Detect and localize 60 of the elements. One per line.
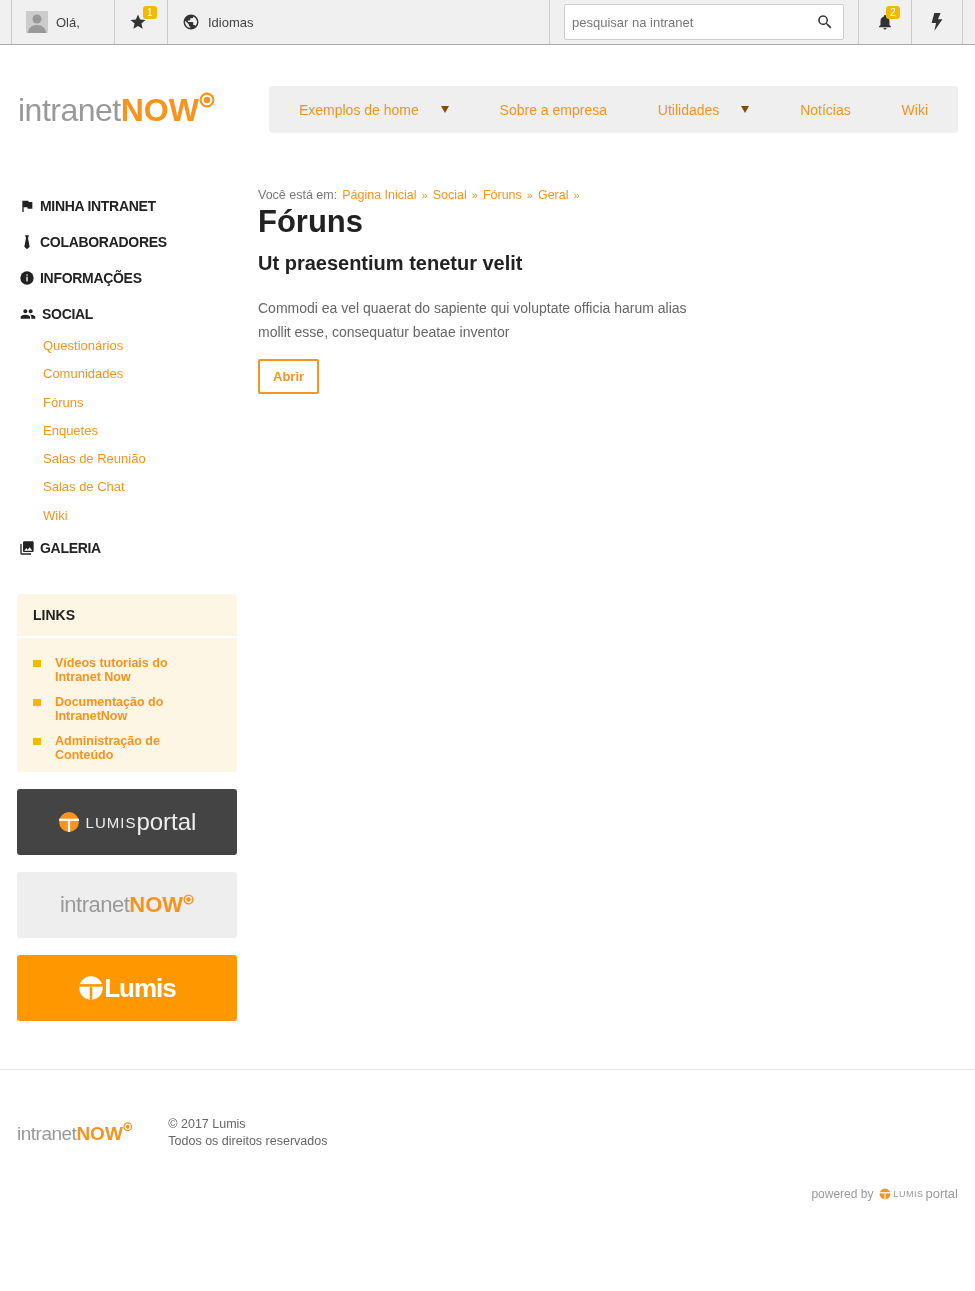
notification-badge: 1	[143, 6, 157, 19]
panel-title: LINKS	[17, 594, 237, 639]
sidebar-link[interactable]: Comunidades	[17, 360, 237, 389]
breadcrumb-separator: »	[471, 189, 478, 201]
lumis-logo: Lumis	[17, 955, 237, 1022]
search-icon[interactable]	[816, 13, 834, 31]
sidebar-section[interactable]: COLABORADORES	[17, 224, 237, 260]
breadcrumb-separator: »	[573, 189, 580, 201]
sidebar-section[interactable]: MINHA INTRANET	[17, 188, 237, 224]
open-button[interactable]: Abrir	[258, 359, 320, 394]
lightning-icon[interactable]	[930, 13, 944, 31]
powered-by-text: powered by	[811, 1186, 874, 1201]
languages-menu[interactable]: Idiomas	[208, 14, 254, 30]
star-icon[interactable]	[129, 13, 147, 31]
sidebar-section[interactable]: INFORMAÇÕES	[17, 260, 237, 296]
nav-link[interactable]: Exemplos de home	[298, 101, 449, 118]
rights-text: Todos os direitos reservados	[168, 1133, 328, 1151]
breadcrumb-link[interactable]: Página Inicial	[342, 188, 417, 202]
search-field[interactable]: pesquisar na intranet	[564, 4, 844, 40]
sidebar-link[interactable]: Salas de Reunião	[17, 445, 237, 474]
info-icon	[19, 270, 35, 286]
nav-link[interactable]: Notícias	[800, 101, 851, 118]
nav-link[interactable]: Sobre a empresa	[499, 101, 607, 118]
intranetnow-logo: intranetNOW	[18, 93, 215, 126]
people-icon	[19, 306, 37, 322]
lumisportal-logo: LUMISportal	[17, 789, 237, 856]
link[interactable]: Administração de Conteúdo	[55, 734, 185, 763]
nav-link[interactable]: Utilidades	[657, 101, 750, 118]
flag-icon	[19, 198, 35, 214]
breadcrumb-link[interactable]: Fóruns	[482, 188, 522, 202]
topic-title: Ut praesentium tenetur velit	[258, 252, 523, 275]
image-icon	[19, 540, 35, 557]
avatar-icon	[26, 11, 48, 33]
breadcrumb-separator: »	[421, 189, 428, 201]
sidebar-link[interactable]: Enquetes	[17, 416, 237, 446]
globe-icon	[182, 13, 200, 31]
topic-description: Commodi ea vel quaerat do sapiente qui voluptate officia harum alias mollit esse, consequatur beatae inventor	[258, 299, 688, 342]
sidebar-section[interactable]: SOCIAL	[17, 296, 237, 332]
copyright-text: © 2017 Lumis	[168, 1116, 247, 1134]
nav-link[interactable]: Wiki	[901, 101, 928, 118]
bullet-icon	[33, 738, 41, 746]
link[interactable]: Vídeos tutoriais do Intranet Now	[55, 656, 185, 685]
breadcrumb-link[interactable]: Geral	[537, 188, 569, 202]
breadcrumb-label: Você está em:	[258, 188, 338, 202]
sidebar-link[interactable]: Fóruns	[17, 388, 237, 417]
breadcrumb-separator: »	[526, 189, 533, 201]
intranetnow-logo: intranetNOW	[17, 1123, 133, 1143]
lumisportal-logo: LUMIS portal	[879, 1186, 958, 1202]
bullet-icon	[33, 699, 41, 707]
breadcrumb-link[interactable]: Social	[432, 188, 467, 202]
link[interactable]: Documentação do IntranetNow	[55, 695, 185, 724]
bullet-icon	[33, 660, 41, 668]
intranetnow-logo: intranetNOW	[17, 872, 237, 939]
sidebar-section[interactable]: GALERIA	[17, 530, 237, 567]
greeting-link[interactable]: Olá,	[56, 14, 80, 30]
sidebar-link[interactable]: Wiki	[17, 501, 237, 531]
sidebar-link[interactable]: Salas de Chat	[17, 473, 237, 502]
notification-badge: 2	[886, 6, 900, 19]
page-title: Fóruns	[258, 204, 364, 240]
sidebar-link[interactable]: Questionários	[17, 332, 237, 361]
